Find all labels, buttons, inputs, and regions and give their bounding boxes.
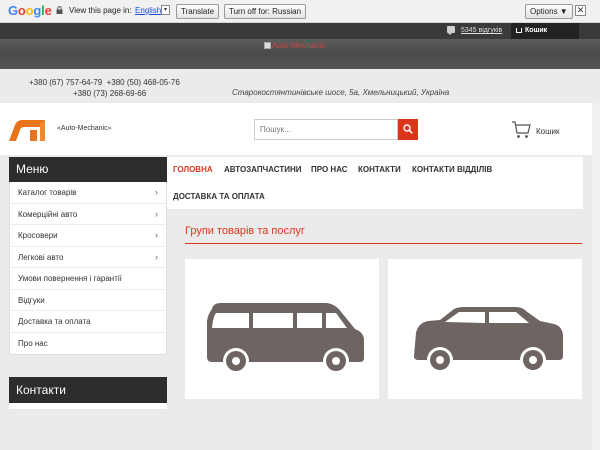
chevron-right-icon: › (155, 187, 158, 197)
sidebar-item-label: Про нас (18, 338, 48, 348)
chevron-right-icon: › (155, 230, 158, 240)
sidebar-item-about[interactable]: Про нас (10, 333, 166, 355)
sidebar-item-commercial[interactable]: Комерційні авто › (10, 204, 166, 225)
contacts-title: Контакти (9, 377, 167, 403)
menu-title: Меню (9, 157, 167, 182)
auto-mechanic-logo-icon[interactable] (9, 119, 51, 141)
contacts-row: +380 (67) 757-64-79 +380 (50) 468-05-76 … (0, 69, 600, 103)
banner-image-alt: Auto-Mechanic (272, 41, 326, 50)
top-cart-label: Кошик (525, 27, 548, 34)
sidebar-item-returns[interactable]: Умови повернення і гарантії (10, 268, 166, 290)
cart-label: Кошик (536, 127, 560, 136)
contacts-panel (9, 403, 167, 409)
shopping-cart-icon (512, 121, 531, 138)
nav-home[interactable]: ГОЛОВНА (173, 165, 213, 174)
sidebar-item-delivery[interactable]: Доставка та оплата (10, 311, 166, 333)
sidebar: Меню Каталог товарів › Комерційні авто › К… (9, 157, 167, 409)
options-button[interactable]: Options ▼ (525, 4, 573, 19)
nav-department-contacts[interactable]: КОНТАКТИ ВІДДІЛІВ (412, 165, 492, 174)
top-bar: 5345 відгуків Кошик (0, 23, 600, 39)
google-logo: Google (8, 3, 52, 18)
nav-delivery-payment[interactable]: ДОСТАВКА ТА ОПЛАТА (173, 192, 265, 201)
cart-button[interactable]: Кошик (511, 120, 571, 140)
broken-image-icon (264, 42, 271, 49)
phone-line-2[interactable]: +380 (73) 268-69-66 (29, 88, 180, 99)
search-icon (403, 124, 413, 134)
logo-text[interactable]: «Auto-Mechanic» (57, 125, 111, 132)
close-icon[interactable]: ✕ (575, 5, 586, 16)
turn-off-translate-button[interactable]: Turn off for: Russian (224, 4, 307, 19)
translate-bar: Google View this page in: English ▾ Tran… (0, 0, 600, 23)
search-input[interactable] (254, 119, 398, 140)
nav-about[interactable]: ПРО НАС (311, 165, 348, 174)
language-link[interactable]: English (135, 6, 161, 15)
top-cart-button[interactable]: Кошик (511, 23, 579, 39)
sidebar-item-label: Легкові авто (18, 252, 64, 262)
lock-icon (56, 6, 63, 14)
sidebar-item-passenger-cars[interactable]: Легкові авто › (10, 247, 166, 268)
banner: Auto-Mechanic (0, 39, 600, 69)
title-divider (185, 243, 582, 244)
sidebar-item-label: Комерційні авто (18, 209, 78, 219)
sidebar-item-label: Умови повернення і гарантії (18, 274, 122, 283)
sidebar-item-label: Кросовери (18, 231, 58, 240)
store-address: Старокостянтинівське шосе, 5а, Хмельниць… (232, 88, 450, 97)
sidebar-item-catalog[interactable]: Каталог товарів › (10, 182, 166, 204)
sidebar-item-label: Відгуки (18, 295, 45, 305)
category-card-commercial[interactable] (185, 259, 379, 399)
chevron-right-icon: › (155, 251, 158, 262)
page-scrollbar[interactable] (592, 103, 600, 450)
search-button[interactable] (398, 119, 418, 140)
phone-line-1[interactable]: +380 (67) 757-64-79 +380 (50) 468-05-76 (29, 77, 180, 88)
nav-auto-parts[interactable]: АВТОЗАПЧАСТИНИ (224, 165, 302, 174)
sidebar-item-reviews[interactable]: Відгуки (10, 290, 166, 311)
sidebar-item-label: Каталог товарів (18, 188, 77, 197)
reviews-count[interactable]: 5345 відгуків (461, 27, 502, 34)
sidebar-item-crossovers[interactable]: Кросовери › (10, 225, 166, 247)
chat-icon (447, 26, 455, 35)
main-nav: ГОЛОВНА АВТОЗАПЧАСТИНИ ПРО НАС КОНТАКТИ … (167, 157, 583, 209)
banner-image[interactable]: Auto-Mechanic (264, 41, 325, 50)
site-header: «Auto-Mechanic» Кошик (0, 103, 592, 155)
sidebar-item-label: Доставка та оплата (18, 317, 91, 326)
category-card-crossovers[interactable] (388, 259, 582, 399)
cart-icon (516, 28, 522, 33)
van-icon (207, 303, 364, 374)
chevron-right-icon: › (155, 208, 158, 219)
sidebar-menu: Каталог товарів › Комерційні авто › Кросов… (9, 182, 167, 355)
translate-button[interactable]: Translate (176, 4, 220, 19)
language-dropdown-icon[interactable]: ▾ (161, 5, 170, 15)
section-title: Групи товарів та послуг (185, 225, 305, 237)
reviews-link[interactable]: 5345 відгуків (447, 26, 502, 35)
nav-contacts[interactable]: КОНТАКТИ (358, 165, 401, 174)
crossover-car-icon (414, 307, 563, 373)
phone-numbers: +380 (67) 757-64-79 +380 (50) 468-05-76 … (29, 77, 180, 99)
translate-message: View this page in: (69, 6, 132, 15)
